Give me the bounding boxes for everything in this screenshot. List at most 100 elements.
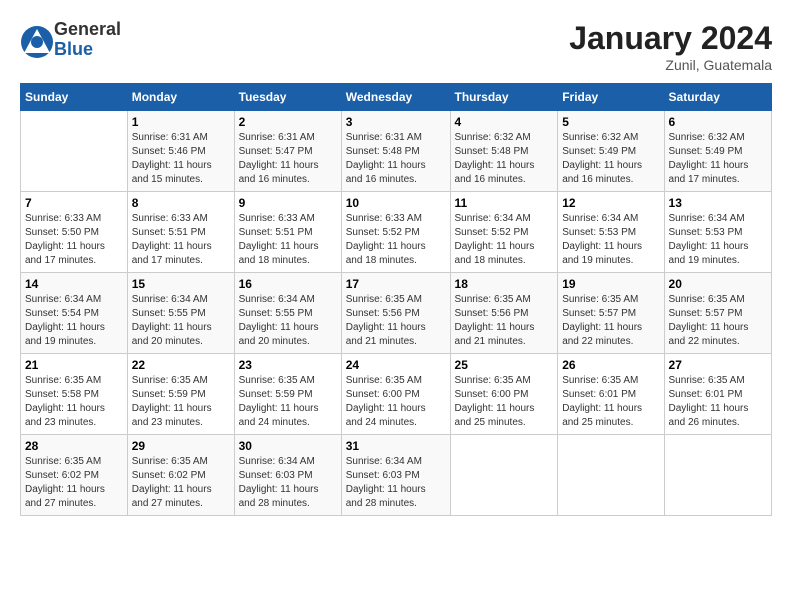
day-number: 22 <box>132 358 230 372</box>
day-info: Sunrise: 6:34 AM Sunset: 5:52 PM Dayligh… <box>455 212 554 268</box>
logo-text: General Blue <box>54 20 121 60</box>
header-row: SundayMondayTuesdayWednesdayThursdayFrid… <box>21 84 772 111</box>
location-subtitle: Zunil, Guatemala <box>569 57 772 73</box>
day-info: Sunrise: 6:35 AM Sunset: 6:01 PM Dayligh… <box>562 374 659 430</box>
week-row-1: 1 Sunrise: 6:31 AM Sunset: 5:46 PM Daylig… <box>21 111 772 192</box>
day-info: Sunrise: 6:35 AM Sunset: 6:02 PM Dayligh… <box>25 455 123 511</box>
day-info: Sunrise: 6:32 AM Sunset: 5:48 PM Dayligh… <box>455 131 554 187</box>
week-row-5: 28 Sunrise: 6:35 AM Sunset: 6:02 PM Dayli… <box>21 435 772 516</box>
calendar-cell: 28 Sunrise: 6:35 AM Sunset: 6:02 PM Dayli… <box>21 435 128 516</box>
calendar-cell <box>450 435 558 516</box>
day-number: 30 <box>239 439 337 453</box>
day-number: 23 <box>239 358 337 372</box>
day-number: 20 <box>669 277 767 291</box>
day-number: 21 <box>25 358 123 372</box>
day-info: Sunrise: 6:35 AM Sunset: 5:56 PM Dayligh… <box>455 293 554 349</box>
calendar-cell: 23 Sunrise: 6:35 AM Sunset: 5:59 PM Dayli… <box>234 354 341 435</box>
week-row-3: 14 Sunrise: 6:34 AM Sunset: 5:54 PM Dayli… <box>21 273 772 354</box>
page-header: General Blue January 2024 Zunil, Guatema… <box>20 20 772 73</box>
day-info: Sunrise: 6:31 AM Sunset: 5:47 PM Dayligh… <box>239 131 337 187</box>
day-number: 5 <box>562 115 659 129</box>
calendar-cell: 4 Sunrise: 6:32 AM Sunset: 5:48 PM Daylig… <box>450 111 558 192</box>
day-header-friday: Friday <box>558 84 664 111</box>
day-info: Sunrise: 6:35 AM Sunset: 6:00 PM Dayligh… <box>455 374 554 430</box>
day-header-monday: Monday <box>127 84 234 111</box>
calendar-cell: 13Sunrise: 6:34 AM Sunset: 5:53 PM Dayli… <box>664 192 771 273</box>
day-info: Sunrise: 6:35 AM Sunset: 5:59 PM Dayligh… <box>239 374 337 430</box>
calendar-cell: 3 Sunrise: 6:31 AM Sunset: 5:48 PM Daylig… <box>341 111 450 192</box>
logo: General Blue <box>20 20 121 60</box>
day-info: Sunrise: 6:34 AM Sunset: 6:03 PM Dayligh… <box>239 455 337 511</box>
day-number: 2 <box>239 115 337 129</box>
day-number: 19 <box>562 277 659 291</box>
calendar-cell: 14 Sunrise: 6:34 AM Sunset: 5:54 PM Dayli… <box>21 273 128 354</box>
day-number: 29 <box>132 439 230 453</box>
day-number: 14 <box>25 277 123 291</box>
day-header-saturday: Saturday <box>664 84 771 111</box>
calendar-cell: 8Sunrise: 6:33 AM Sunset: 5:51 PM Daylig… <box>127 192 234 273</box>
day-number: 18 <box>455 277 554 291</box>
week-row-4: 21 Sunrise: 6:35 AM Sunset: 5:58 PM Dayli… <box>21 354 772 435</box>
day-info: Sunrise: 6:33 AM Sunset: 5:52 PM Dayligh… <box>346 212 446 268</box>
calendar-cell: 7Sunrise: 6:33 AM Sunset: 5:50 PM Daylig… <box>21 192 128 273</box>
day-info: Sunrise: 6:34 AM Sunset: 5:53 PM Dayligh… <box>562 212 659 268</box>
day-info: Sunrise: 6:33 AM Sunset: 5:51 PM Dayligh… <box>132 212 230 268</box>
day-number: 7 <box>25 196 123 210</box>
logo-icon <box>20 25 50 55</box>
calendar-cell: 1 Sunrise: 6:31 AM Sunset: 5:46 PM Daylig… <box>127 111 234 192</box>
day-number: 9 <box>239 196 337 210</box>
day-number: 27 <box>669 358 767 372</box>
day-header-sunday: Sunday <box>21 84 128 111</box>
calendar-cell: 11 Sunrise: 6:34 AM Sunset: 5:52 PM Dayli… <box>450 192 558 273</box>
day-info: Sunrise: 6:32 AM Sunset: 5:49 PM Dayligh… <box>669 131 767 187</box>
day-info: Sunrise: 6:35 AM Sunset: 5:58 PM Dayligh… <box>25 374 123 430</box>
day-info: Sunrise: 6:31 AM Sunset: 5:46 PM Dayligh… <box>132 131 230 187</box>
calendar-cell: 2 Sunrise: 6:31 AM Sunset: 5:47 PM Daylig… <box>234 111 341 192</box>
day-info: Sunrise: 6:34 AM Sunset: 5:55 PM Dayligh… <box>132 293 230 349</box>
calendar-table: SundayMondayTuesdayWednesdayThursdayFrid… <box>20 83 772 516</box>
calendar-cell: 31Sunrise: 6:34 AM Sunset: 6:03 PM Dayli… <box>341 435 450 516</box>
day-info: Sunrise: 6:35 AM Sunset: 6:01 PM Dayligh… <box>669 374 767 430</box>
calendar-cell: 25 Sunrise: 6:35 AM Sunset: 6:00 PM Dayli… <box>450 354 558 435</box>
calendar-cell: 9 Sunrise: 6:33 AM Sunset: 5:51 PM Daylig… <box>234 192 341 273</box>
day-info: Sunrise: 6:35 AM Sunset: 6:02 PM Dayligh… <box>132 455 230 511</box>
day-info: Sunrise: 6:32 AM Sunset: 5:49 PM Dayligh… <box>562 131 659 187</box>
day-number: 10 <box>346 196 446 210</box>
calendar-cell: 21 Sunrise: 6:35 AM Sunset: 5:58 PM Dayli… <box>21 354 128 435</box>
calendar-cell: 30 Sunrise: 6:34 AM Sunset: 6:03 PM Dayli… <box>234 435 341 516</box>
day-number: 1 <box>132 115 230 129</box>
day-number: 16 <box>239 277 337 291</box>
day-info: Sunrise: 6:33 AM Sunset: 5:51 PM Dayligh… <box>239 212 337 268</box>
day-header-thursday: Thursday <box>450 84 558 111</box>
day-info: Sunrise: 6:34 AM Sunset: 5:54 PM Dayligh… <box>25 293 123 349</box>
day-info: Sunrise: 6:35 AM Sunset: 5:59 PM Dayligh… <box>132 374 230 430</box>
day-number: 26 <box>562 358 659 372</box>
logo-blue: Blue <box>54 40 121 60</box>
day-number: 3 <box>346 115 446 129</box>
day-header-tuesday: Tuesday <box>234 84 341 111</box>
day-number: 12 <box>562 196 659 210</box>
calendar-cell: 5 Sunrise: 6:32 AM Sunset: 5:49 PM Daylig… <box>558 111 664 192</box>
month-title: January 2024 <box>569 20 772 57</box>
day-info: Sunrise: 6:34 AM Sunset: 5:55 PM Dayligh… <box>239 293 337 349</box>
calendar-cell: 17Sunrise: 6:35 AM Sunset: 5:56 PM Dayli… <box>341 273 450 354</box>
day-number: 15 <box>132 277 230 291</box>
day-number: 6 <box>669 115 767 129</box>
day-header-wednesday: Wednesday <box>341 84 450 111</box>
calendar-cell: 27 Sunrise: 6:35 AM Sunset: 6:01 PM Dayli… <box>664 354 771 435</box>
day-info: Sunrise: 6:35 AM Sunset: 6:00 PM Dayligh… <box>346 374 446 430</box>
day-number: 25 <box>455 358 554 372</box>
day-number: 11 <box>455 196 554 210</box>
day-info: Sunrise: 6:31 AM Sunset: 5:48 PM Dayligh… <box>346 131 446 187</box>
calendar-cell: 15 Sunrise: 6:34 AM Sunset: 5:55 PM Dayli… <box>127 273 234 354</box>
calendar-cell: 26 Sunrise: 6:35 AM Sunset: 6:01 PM Dayli… <box>558 354 664 435</box>
day-info: Sunrise: 6:34 AM Sunset: 5:53 PM Dayligh… <box>669 212 767 268</box>
day-info: Sunrise: 6:35 AM Sunset: 5:57 PM Dayligh… <box>669 293 767 349</box>
day-number: 4 <box>455 115 554 129</box>
day-number: 28 <box>25 439 123 453</box>
calendar-cell: 22 Sunrise: 6:35 AM Sunset: 5:59 PM Dayli… <box>127 354 234 435</box>
calendar-cell <box>21 111 128 192</box>
day-number: 24 <box>346 358 446 372</box>
calendar-cell <box>664 435 771 516</box>
day-number: 31 <box>346 439 446 453</box>
